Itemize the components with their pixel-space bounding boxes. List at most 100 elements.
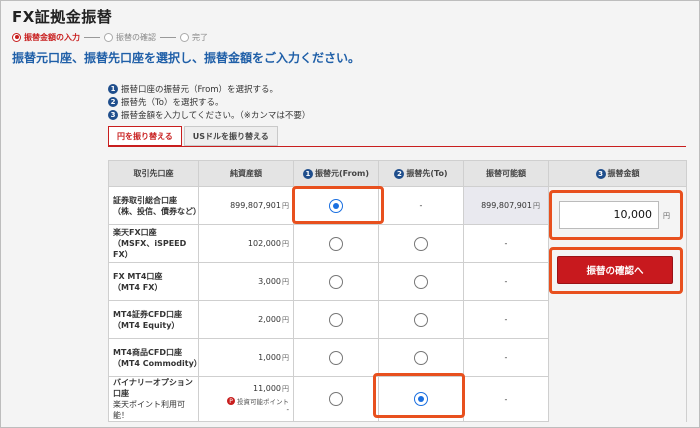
- to-cell: [378, 338, 464, 377]
- step-inactive-icon: [180, 32, 189, 42]
- header-amount-label: 振替金額: [607, 169, 640, 178]
- available-cell: -: [463, 300, 549, 339]
- to-radio-mt4-equity[interactable]: [414, 312, 428, 327]
- header-from: 1 振替元(From): [293, 160, 379, 187]
- points-note: P 投資可能ポイント: [199, 396, 289, 406]
- available-cell: -: [463, 262, 549, 301]
- yen-unit: 円: [282, 277, 289, 286]
- balance-cell: 11,000円 P 投資可能ポイント -: [198, 376, 294, 422]
- from-cell: [293, 224, 379, 263]
- yen-unit: 円: [282, 201, 289, 210]
- balance-value: 2,000: [258, 314, 281, 324]
- account-title: FX MT4口座: [113, 271, 163, 281]
- step-label: 振替の確認: [116, 32, 156, 42]
- from-radio-binary[interactable]: [329, 392, 343, 406]
- points-value: -: [286, 406, 289, 414]
- from-cell: [293, 300, 379, 339]
- step-label: 振替金額の入力: [24, 32, 80, 42]
- account-name: MT4商品CFD口座 （MT4 Commodity）: [108, 338, 202, 377]
- step-label: 完了: [192, 32, 208, 42]
- account-subtitle: （株、投信、債券など）: [113, 206, 201, 216]
- balance-value: 899,807,901: [230, 200, 281, 210]
- from-cell: [293, 262, 379, 301]
- confirm-transfer-button[interactable]: 振替の確認へ: [557, 256, 673, 284]
- account-title: MT4商品CFD口座: [113, 347, 182, 357]
- currency-tabs: 円を振り替える USドルを振り替える: [108, 126, 278, 146]
- header-to-label: 振替先(To): [406, 169, 448, 178]
- page-title: FX証拠金振替: [12, 8, 113, 26]
- tab-usd[interactable]: USドルを振り替える: [183, 126, 278, 146]
- to-cell: [378, 376, 464, 422]
- points-label: 投資可能ポイント: [237, 398, 289, 406]
- instruction-item: 2 振替先（To）を選択する。: [108, 95, 310, 108]
- available-cell: 899,807,901円: [463, 186, 549, 225]
- header-from-label: 振替元(From): [314, 169, 370, 178]
- instruction-item: 1 振替口座の振替元（From）を選択する。: [108, 82, 310, 95]
- account-subtitle: （MT4 FX）: [113, 282, 163, 292]
- account-name: MT4証券CFD口座 （MT4 Equity）: [108, 300, 199, 339]
- to-cell: [378, 262, 464, 301]
- amount-unit: 円: [663, 212, 670, 220]
- balance-cell: 2,000円: [198, 300, 294, 339]
- number-1-icon: 1: [302, 168, 313, 179]
- to-radio-mt4-commodity[interactable]: [414, 350, 428, 365]
- from-radio-mt4-commodity[interactable]: [329, 350, 343, 365]
- account-name: FX MT4口座 （MT4 FX）: [108, 262, 199, 301]
- available-cell: -: [463, 338, 549, 377]
- account-subtitle: 楽天ポイント利用可能！: [113, 400, 185, 420]
- number-3-icon: 3: [595, 168, 606, 179]
- from-radio-fx[interactable]: [329, 236, 343, 251]
- number-3-icon: 3: [108, 109, 118, 120]
- account-name: 楽天FX口座 （MSFX、iSPEED FX）: [108, 224, 199, 263]
- account-subtitle: （MSFX、iSPEED FX）: [113, 239, 187, 259]
- balance-cell: 102,000円: [198, 224, 294, 263]
- to-radio-binary[interactable]: [414, 392, 428, 406]
- account-subtitle: （MT4 Equity）: [113, 320, 180, 330]
- balance-value: 11,000: [253, 384, 281, 393]
- account-title: 楽天FX口座: [113, 228, 157, 237]
- step-confirm: 振替の確認: [104, 32, 156, 43]
- table-header-row: 取引先口座 純資産額 1 振替元(From) 2 振替先(To) 振替可能額 3 振替…: [108, 160, 687, 187]
- number-1-icon: 1: [108, 83, 118, 94]
- balance-value: 3,000: [258, 276, 281, 286]
- step-connector: [84, 36, 100, 38]
- available-cell: -: [463, 376, 549, 422]
- to-cell: [378, 300, 464, 339]
- account-name: 証券取引総合口座 （株、投信、債券など）: [108, 186, 201, 225]
- tab-jpy[interactable]: 円を振り替える: [108, 126, 182, 146]
- progress-steps: 振替金額の入力 振替の確認 完了: [12, 30, 208, 44]
- to-radio-fx[interactable]: [414, 236, 428, 251]
- step-input: 振替金額の入力: [12, 32, 80, 43]
- instruction-text: 振替金額を入力してください。（※カンマは不要）: [121, 110, 311, 121]
- number-2-icon: 2: [108, 96, 118, 107]
- transfer-amount-input[interactable]: 10,000: [559, 201, 659, 229]
- from-radio-mt4-fx[interactable]: [329, 274, 343, 289]
- yen-unit: 円: [282, 385, 289, 393]
- yen-unit: 円: [282, 239, 289, 248]
- account-name: バイナリーオプション口座 楽天ポイント利用可能！: [108, 376, 199, 422]
- instruction-heading: 振替元口座、振替先口座を選択し、振替金額をご入力ください。: [12, 51, 361, 65]
- account-title: MT4証券CFD口座: [113, 309, 182, 319]
- account-title: バイナリーオプション口座: [113, 378, 193, 398]
- account-subtitle: （MT4 Commodity）: [113, 358, 202, 368]
- step-inactive-icon: [104, 32, 113, 42]
- balance-value: 102,000: [247, 238, 281, 248]
- from-radio-mt4-equity[interactable]: [329, 312, 343, 327]
- header-available: 振替可能額: [463, 160, 549, 187]
- step-connector: [160, 36, 176, 38]
- balance-cell: 1,000円: [198, 338, 294, 377]
- rakuten-point-icon: P: [227, 397, 235, 405]
- tab-underline: [108, 146, 686, 147]
- balance-cell: 3,000円: [198, 262, 294, 301]
- yen-unit: 円: [282, 315, 289, 324]
- instruction-item: 3 振替金額を入力してください。（※カンマは不要）: [108, 108, 310, 121]
- yen-unit: 円: [282, 353, 289, 362]
- to-radio-mt4-fx[interactable]: [414, 274, 428, 289]
- from-radio-securities[interactable]: [329, 198, 343, 213]
- number-2-icon: 2: [394, 168, 405, 179]
- instruction-text: 振替先（To）を選択する。: [121, 97, 224, 108]
- instruction-list: 1 振替口座の振替元（From）を選択する。 2 振替先（To）を選択する。 3…: [108, 82, 310, 121]
- account-title: 証券取引総合口座: [113, 195, 177, 205]
- transfer-table: 取引先口座 純資産額 1 振替元(From) 2 振替先(To) 振替可能額 3 振替…: [108, 160, 687, 422]
- balance-value: 1,000: [258, 352, 281, 362]
